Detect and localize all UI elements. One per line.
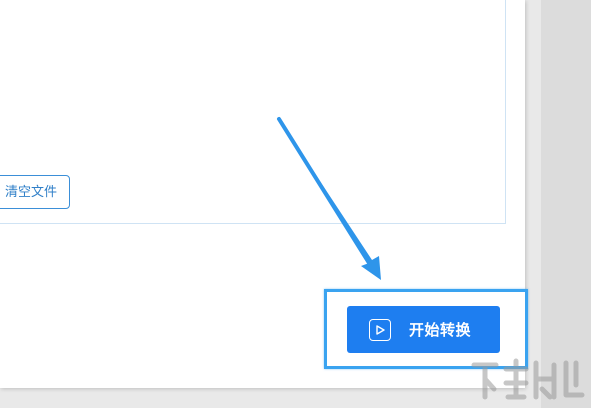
- right-gutter: [541, 0, 591, 408]
- start-convert-label: 开始转换: [409, 322, 472, 339]
- clear-files-button[interactable]: 清空文件: [0, 175, 70, 209]
- play-icon: [369, 318, 391, 341]
- file-list-area[interactable]: [0, 0, 506, 224]
- start-convert-button[interactable]: 开始转换: [347, 306, 500, 353]
